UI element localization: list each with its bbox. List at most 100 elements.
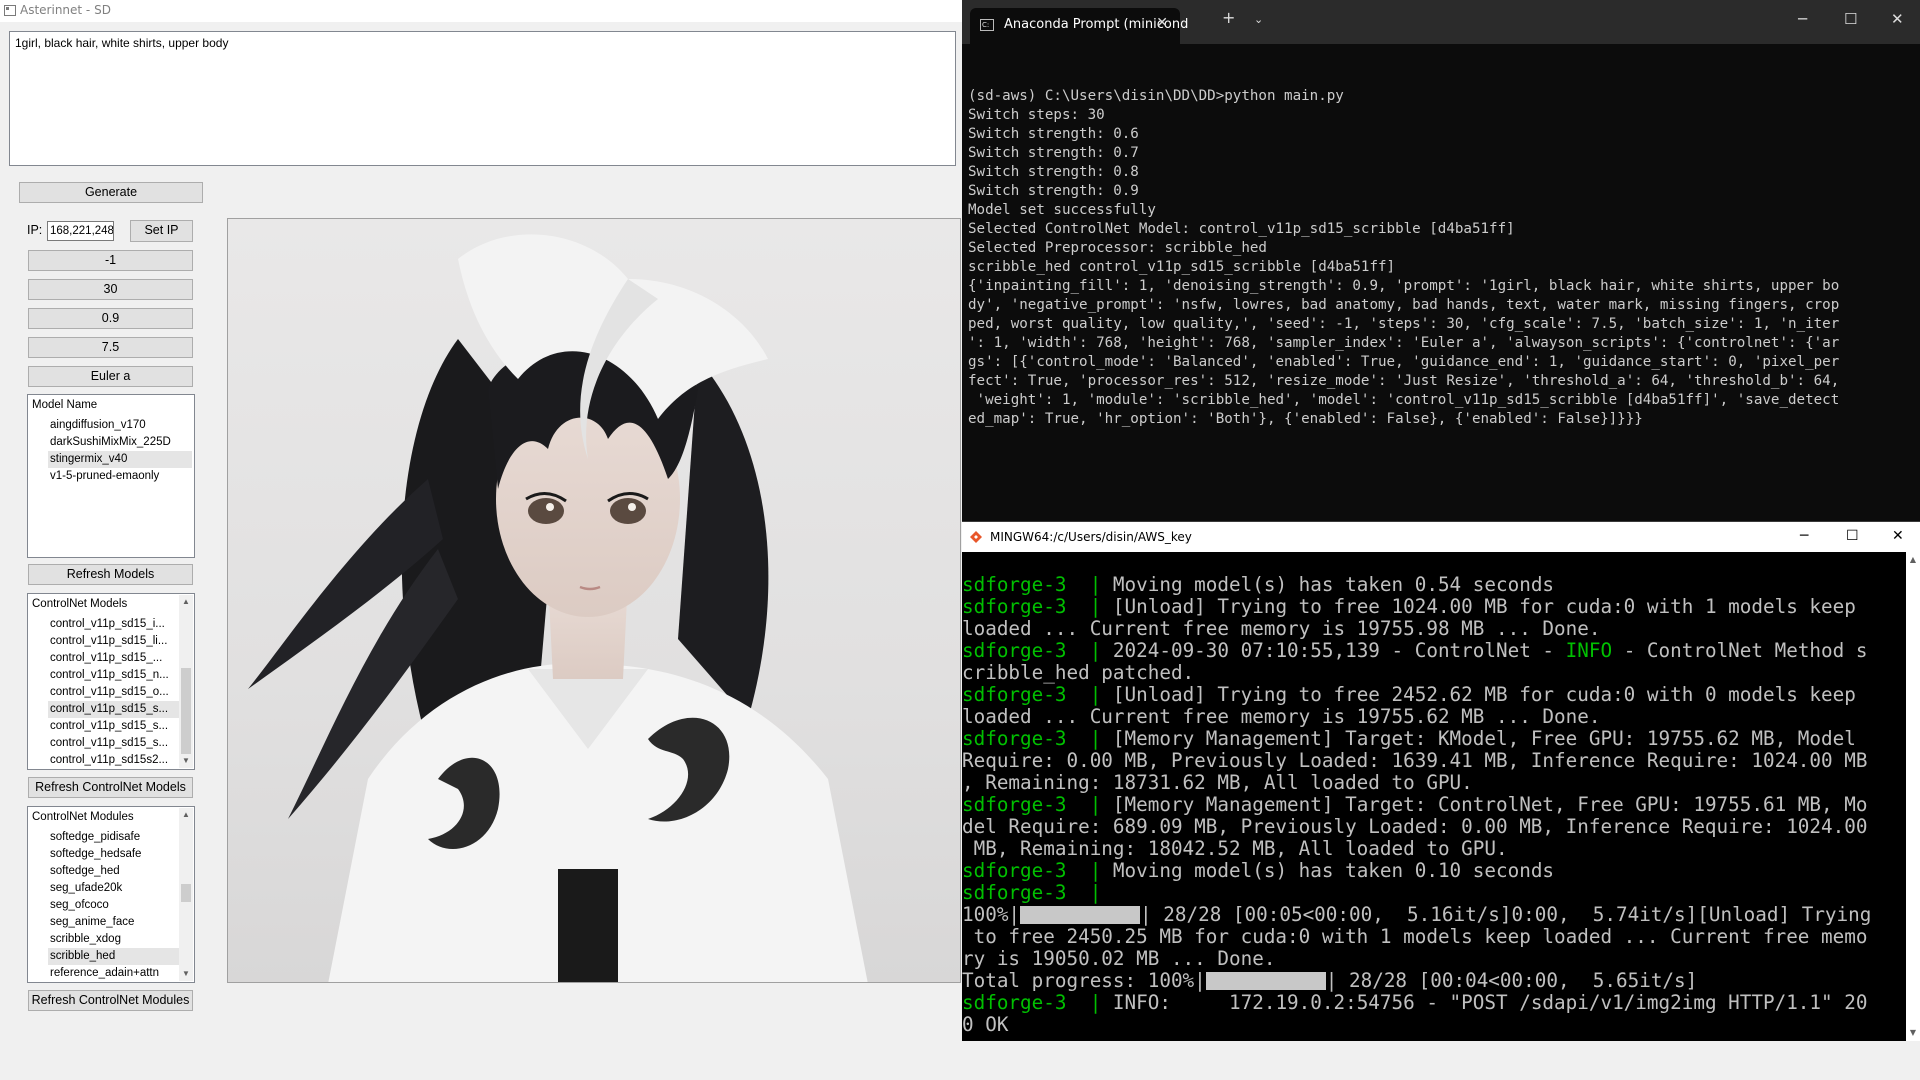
app-title: Asterinnet - SD <box>20 3 111 17</box>
progress-bar <box>1205 972 1326 990</box>
console-line: Switch strength: 0.8 <box>968 164 1139 180</box>
console-line: gs': [{'control_mode': 'Balanced', 'enab… <box>968 354 1840 370</box>
scroll-thumb[interactable] <box>181 884 191 902</box>
log-sep: | <box>1089 727 1102 750</box>
controlnet-module-item[interactable]: scribble_xdog <box>48 931 192 948</box>
prompt-textarea[interactable]: 1girl, black hair, white shirts, upper b… <box>9 31 956 166</box>
controlnet-module-item[interactable]: seg_ofcoco <box>48 897 192 914</box>
minimize-icon[interactable]: ─ <box>1798 10 1807 28</box>
model-item[interactable]: v1-5-pruned-emaonly <box>48 468 192 485</box>
model-item-selected[interactable]: stingermix_v40 <box>48 451 192 468</box>
scroll-up-icon[interactable]: ▲ <box>179 595 193 609</box>
log-prefix: sdforge-3 <box>962 881 1067 904</box>
controlnet-model-item[interactable]: control_v11p_sd15_s... <box>48 735 192 752</box>
log-level-info: INFO <box>1565 639 1613 662</box>
progress-line: 100%| | 28/28 [00:05<00:00, 5.16it/s]0:00… <box>962 904 1904 926</box>
log-text: [Unload] Trying to free 2452.62 MB for c… <box>1112 683 1856 706</box>
controlnet-model-item[interactable]: control_v11p_sd15_i... <box>48 616 192 633</box>
controlnet-module-item[interactable]: softedge_hedsafe <box>48 846 192 863</box>
controlnet-models-scrollbar[interactable]: ▲ ▼ <box>179 595 193 768</box>
set-ip-button[interactable]: Set IP <box>130 220 193 242</box>
refresh-controlnet-modules-button[interactable]: Refresh ControlNet Modules <box>28 990 193 1011</box>
controlnet-module-item[interactable]: reference_adain+attn <box>48 965 192 982</box>
refresh-controlnet-models-button[interactable]: Refresh ControlNet Models <box>28 777 193 798</box>
seed-button[interactable]: -1 <box>28 250 193 271</box>
controlnet-models-header: ControlNet Models <box>32 598 128 610</box>
model-listbox[interactable]: Model Name aingdiffusion_v170 darkSushiM… <box>27 394 195 558</box>
log-line: sdforge-3 | Moving model(s) has taken 0.… <box>962 574 1904 596</box>
close-window-icon[interactable]: ✕ <box>1892 528 1904 544</box>
progress-text: | 28/28 [00:05<00:00, 5.16it/s]0:00, 5.7… <box>1140 903 1872 926</box>
new-tab-plus-icon[interactable]: + <box>1222 8 1235 27</box>
terminal-tab-anaconda[interactable]: C: Anaconda Prompt (minicond ✕ <box>970 8 1188 44</box>
controlnet-modules-listbox[interactable]: ControlNet Modules softedge_pidisafe sof… <box>27 806 195 983</box>
log-text: to free 2450.25 MB for cuda:0 with 1 mod… <box>962 925 1868 948</box>
cfg-scale-button[interactable]: 7.5 <box>28 337 193 358</box>
controlnet-model-item[interactable]: control_v11p_sd15_o... <box>48 684 192 701</box>
mingw-scrollbar[interactable]: ▲ ▼ <box>1906 552 1920 1041</box>
log-text: - ControlNet Method s <box>1612 639 1868 662</box>
log-text: [Unload] Trying to free 1024.00 MB for c… <box>1112 595 1856 618</box>
log-text: [Memory Management] Target: KModel, Free… <box>1112 727 1856 750</box>
controlnet-model-item[interactable]: control_v11p_sd15_... <box>48 650 192 667</box>
tab-dropdown-chevron-icon[interactable]: ⌄ <box>1254 13 1263 26</box>
controlnet-model-item[interactable]: control_v11p_sd15_s... <box>48 718 192 735</box>
controlnet-modules-scrollbar[interactable]: ▲ ▼ <box>179 808 193 981</box>
close-window-icon[interactable]: ✕ <box>1891 10 1904 28</box>
total-progress-line: Total progress: 100%| | 28/28 [00:04<00:0… <box>962 970 1904 992</box>
mingw-console-output: sdforge-3 | Moving model(s) has taken 0.… <box>962 552 1904 1080</box>
mingw64-terminal-window: MINGW64:/c/Users/disin/AWS_key ─ ☐ ✕ sdf… <box>962 521 1920 1041</box>
ip-input[interactable]: 168,221,248 <box>47 221 114 241</box>
console-line: dy', 'negative_prompt': 'nsfw, lowres, b… <box>968 297 1840 313</box>
controlnet-models-listbox[interactable]: ControlNet Models control_v11p_sd15_i...… <box>27 593 195 770</box>
minimize-icon[interactable]: ─ <box>1800 528 1808 544</box>
controlnet-model-item[interactable]: control_v11p_sd15_n... <box>48 667 192 684</box>
scroll-down-icon[interactable]: ▼ <box>179 754 193 768</box>
log-sep: | <box>1089 683 1102 706</box>
log-line: sdforge-3 | INFO: 172.19.0.2:54756 - "PO… <box>962 992 1904 1014</box>
controlnet-module-item-selected[interactable]: scribble_hed <box>48 948 192 965</box>
log-prefix: sdforge-3 <box>962 859 1067 882</box>
controlnet-model-item-selected[interactable]: control_v11p_sd15_s... <box>48 701 192 718</box>
scroll-up-icon[interactable]: ▲ <box>179 808 193 822</box>
console-line: 'weight': 1, 'module': 'scribble_hed', '… <box>968 392 1840 408</box>
log-prefix: sdforge-3 <box>962 727 1067 750</box>
controlnet-module-item[interactable]: softedge_hed <box>48 863 192 880</box>
generated-image-preview <box>227 218 961 983</box>
log-prefix: sdforge-3 <box>962 793 1067 816</box>
controlnet-modules-header: ControlNet Modules <box>32 811 134 823</box>
scroll-down-icon[interactable]: ▼ <box>179 967 193 981</box>
model-list-header: Model Name <box>32 399 98 411</box>
model-item[interactable]: darkSushiMixMix_225D <box>48 434 192 451</box>
console-line: ped, worst quality, low quality,', 'seed… <box>968 316 1840 332</box>
model-item[interactable]: aingdiffusion_v170 <box>48 417 192 434</box>
scroll-up-icon[interactable]: ▲ <box>1906 552 1920 568</box>
strength-button[interactable]: 0.9 <box>28 308 193 329</box>
app-titlebar: Asterinnet - SD <box>0 0 962 22</box>
generated-anime-girl-image <box>248 234 868 982</box>
maximize-icon[interactable]: ☐ <box>1844 10 1857 28</box>
tab-close-icon[interactable]: ✕ <box>1156 15 1168 31</box>
log-prefix: sdforge-3 <box>962 683 1067 706</box>
controlnet-model-item[interactable]: control_v11p_sd15_li... <box>48 633 192 650</box>
controlnet-module-item[interactable]: seg_anime_face <box>48 914 192 931</box>
sd-app-window: Asterinnet - SD 1girl, black hair, white… <box>0 0 962 1040</box>
maximize-icon[interactable]: ☐ <box>1846 528 1859 544</box>
sampler-button[interactable]: Euler a <box>28 366 193 387</box>
log-sep: | <box>1089 881 1102 904</box>
scroll-down-icon[interactable]: ▼ <box>1906 1025 1920 1041</box>
mingw-titlebar: MINGW64:/c/Users/disin/AWS_key ─ ☐ ✕ <box>962 522 1920 552</box>
console-line: fect': True, 'processor_res': 512, 'resi… <box>968 373 1840 389</box>
anaconda-console-output: (sd-aws) C:\Users\disin\DD\DD>python mai… <box>968 68 1908 467</box>
log-line: sdforge-3 | [Unload] Trying to free 2452… <box>962 684 1904 706</box>
log-text: Moving model(s) has taken 0.10 seconds <box>1112 859 1555 882</box>
controlnet-model-item[interactable]: control_v11p_sd15s2... <box>48 752 192 769</box>
steps-button[interactable]: 30 <box>28 279 193 300</box>
controlnet-module-item[interactable]: seg_ufade20k <box>48 880 192 897</box>
log-sep: | <box>1089 639 1102 662</box>
scroll-thumb[interactable] <box>181 668 191 754</box>
controlnet-module-item[interactable]: softedge_pidisafe <box>48 829 192 846</box>
generate-button[interactable]: Generate <box>19 182 203 203</box>
terminal-scrollbar[interactable] <box>1910 44 1920 521</box>
refresh-models-button[interactable]: Refresh Models <box>28 564 193 585</box>
